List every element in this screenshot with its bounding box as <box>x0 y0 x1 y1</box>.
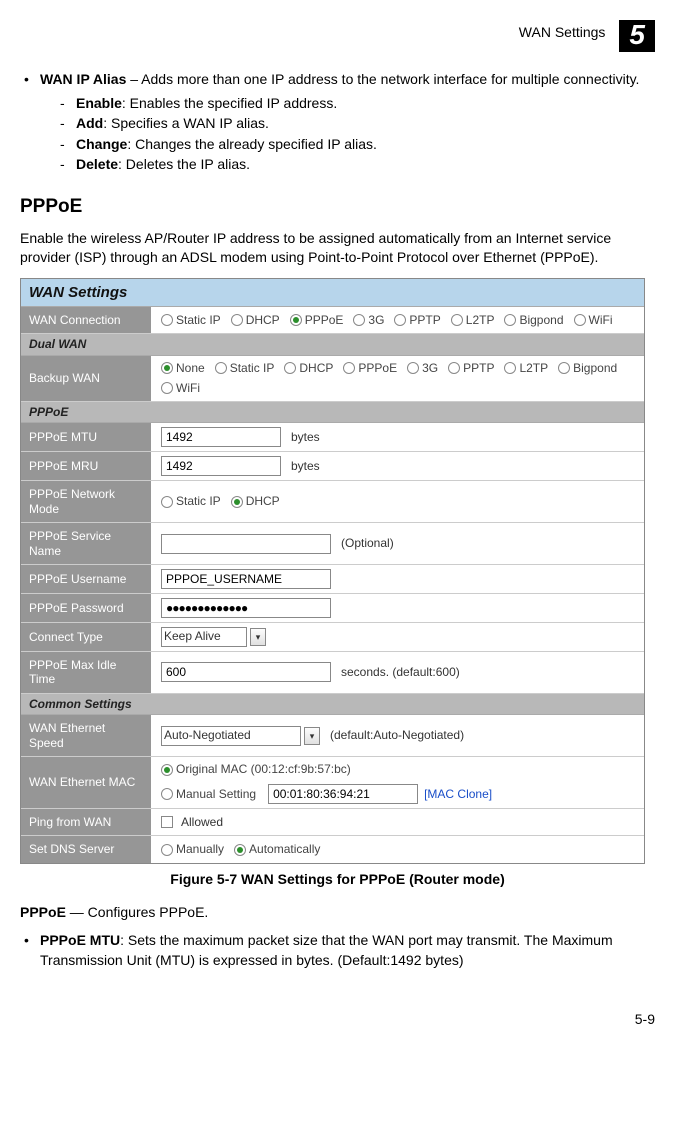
common-settings-section: Common Settings <box>21 694 644 716</box>
pppoe-heading: PPPoE <box>20 194 655 221</box>
radio-mac-manual[interactable]: Manual Setting <box>161 786 256 803</box>
maxidle-suffix: seconds. (default:600) <box>341 664 460 681</box>
radio-dhcp[interactable]: DHCP <box>231 312 280 329</box>
pppoe-svc-label: PPPoE Service Name <box>21 523 151 564</box>
desc-pppoe-text: — Configures PPPoE. <box>66 904 208 920</box>
wan-ip-alias-text: – Adds more than one IP address to the n… <box>126 71 639 87</box>
chevron-down-icon[interactable]: ▾ <box>304 727 320 745</box>
radio-bk-pptp[interactable]: PPTP <box>448 360 494 377</box>
radio-wifi[interactable]: WiFi <box>574 312 613 329</box>
wan-settings-screenshot: WAN Settings WAN Connection Static IP DH… <box>20 278 645 864</box>
wan-ip-alias-label: WAN IP Alias <box>40 71 126 87</box>
maxidle-label: PPPoE Max Idle Time <box>21 652 151 693</box>
bullet-wan-ip-alias: • WAN IP Alias – Adds more than one IP a… <box>24 70 655 176</box>
ethspeed-select[interactable]: Auto-Negotiated <box>161 726 301 746</box>
pppoe-svc-input[interactable] <box>161 534 331 554</box>
desc-pppoe-label: PPPoE <box>20 904 66 920</box>
ping-label: Ping from WAN <box>21 809 151 835</box>
pppoe-pass-label: PPPoE Password <box>21 594 151 622</box>
mtu-unit: bytes <box>291 429 320 446</box>
radio-l2tp[interactable]: L2TP <box>451 312 495 329</box>
dns-label: Set DNS Server <box>21 836 151 862</box>
mac-manual-input[interactable] <box>268 784 418 804</box>
ping-check-label: Allowed <box>181 814 223 831</box>
ethspeed-label: WAN Ethernet Speed <box>21 715 151 756</box>
radio-pptp[interactable]: PPTP <box>394 312 440 329</box>
header-title: WAN Settings <box>519 24 606 40</box>
radio-bk-l2tp[interactable]: L2TP <box>504 360 548 377</box>
radio-bk-wifi[interactable]: WiFi <box>161 380 200 397</box>
pppoe-user-label: PPPoE Username <box>21 565 151 593</box>
radio-bk-dhcp[interactable]: DHCP <box>284 360 333 377</box>
ping-checkbox[interactable] <box>161 816 173 828</box>
pppoe-paragraph: Enable the wireless AP/Router IP address… <box>20 229 655 268</box>
figure-caption: Figure 5-7 WAN Settings for PPPoE (Route… <box>20 870 655 890</box>
svc-suffix: (Optional) <box>341 535 394 552</box>
wan-connection-label: WAN Connection <box>21 307 151 333</box>
pppoe-mtu-input[interactable] <box>161 427 281 447</box>
bullet-pppoe-mtu: • PPPoE MTU: Sets the maximum packet siz… <box>24 931 655 970</box>
sub-add-label: Add <box>76 115 103 131</box>
radio-bk-none[interactable]: None <box>161 360 205 377</box>
pppoe-section-header: PPPoE <box>21 402 644 424</box>
radio-bk-bigpond[interactable]: Bigpond <box>558 360 617 377</box>
radio-pppoe[interactable]: PPPoE <box>290 312 344 329</box>
maxidle-input[interactable] <box>161 662 331 682</box>
radio-bk-static[interactable]: Static IP <box>215 360 275 377</box>
connect-type-select[interactable]: Keep Alive <box>161 627 247 647</box>
desc-mtu-label: PPPoE MTU <box>40 932 120 948</box>
page-header: WAN Settings 5 <box>20 20 655 62</box>
radio-bigpond[interactable]: Bigpond <box>504 312 563 329</box>
ethspeed-suffix: (default:Auto-Negotiated) <box>330 727 464 744</box>
radio-dns-auto[interactable]: Automatically <box>234 841 320 858</box>
backup-wan-value: None Static IP DHCP PPPoE 3G PPTP L2TP B… <box>151 356 644 401</box>
sub-add-text: : Specifies a WAN IP alias. <box>103 115 269 131</box>
radio-nm-dhcp[interactable]: DHCP <box>231 493 280 510</box>
connect-type-label: Connect Type <box>21 623 151 651</box>
pppoe-user-input[interactable] <box>161 569 331 589</box>
sub-enable-text: : Enables the specified IP address. <box>122 95 337 111</box>
sub-delete-text: : Deletes the IP alias. <box>118 156 250 172</box>
sub-enable-label: Enable <box>76 95 122 111</box>
ethmac-label: WAN Ethernet MAC <box>21 757 151 808</box>
mac-clone-link[interactable]: [MAC Clone] <box>424 786 492 803</box>
chapter-number: 5 <box>619 20 655 52</box>
pppoe-mru-label: PPPoE MRU <box>21 452 151 480</box>
radio-bk-3g[interactable]: 3G <box>407 360 438 377</box>
radio-nm-static[interactable]: Static IP <box>161 493 221 510</box>
sub-change-text: : Changes the already specified IP alias… <box>127 136 377 152</box>
radio-bk-pppoe[interactable]: PPPoE <box>343 360 397 377</box>
pppoe-pass-input[interactable] <box>161 598 331 618</box>
mru-unit: bytes <box>291 458 320 475</box>
pppoe-netmode-label: PPPoE Network Mode <box>21 481 151 522</box>
page-number: 5-9 <box>20 1010 655 1030</box>
radio-static-ip[interactable]: Static IP <box>161 312 221 329</box>
radio-3g[interactable]: 3G <box>353 312 384 329</box>
sub-delete-label: Delete <box>76 156 118 172</box>
radio-mac-orig[interactable]: Original MAC (00:12:cf:9b:57:bc) <box>161 761 351 778</box>
scr-title: WAN Settings <box>21 279 644 307</box>
dual-wan-section: Dual WAN <box>21 334 644 356</box>
pppoe-mtu-label: PPPoE MTU <box>21 423 151 451</box>
desc-mtu-text: : Sets the maximum packet size that the … <box>40 932 613 968</box>
sub-change-label: Change <box>76 136 127 152</box>
pppoe-mru-input[interactable] <box>161 456 281 476</box>
backup-wan-label: Backup WAN <box>21 356 151 401</box>
radio-dns-man[interactable]: Manually <box>161 841 224 858</box>
chevron-down-icon[interactable]: ▾ <box>250 628 266 646</box>
wan-connection-value: Static IP DHCP PPPoE 3G PPTP L2TP Bigpon… <box>151 307 644 333</box>
